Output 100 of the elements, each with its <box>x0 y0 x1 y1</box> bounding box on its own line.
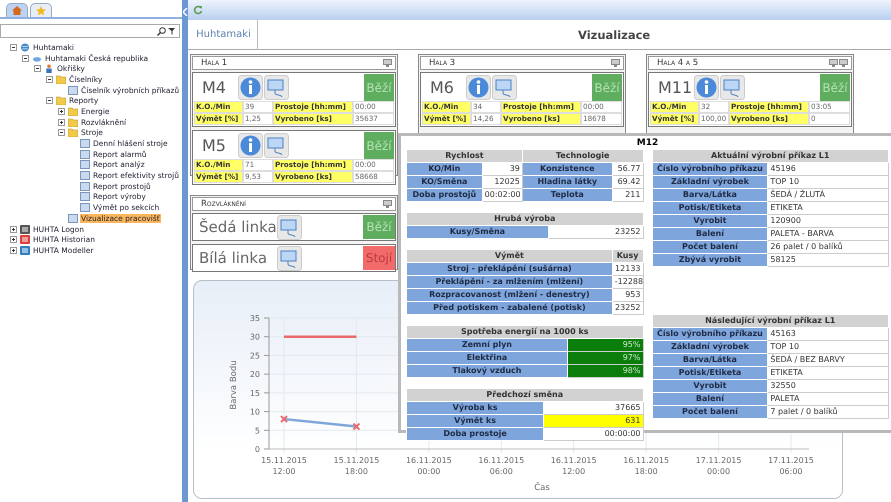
table-cell: Vyrobit <box>652 214 768 228</box>
monitor-icon[interactable] <box>264 133 289 158</box>
panel-title: Hala 4 a 5 <box>657 58 698 68</box>
table-cell: Počet balení <box>652 240 768 254</box>
table-cell: ETIKETA <box>768 202 888 214</box>
status-badge: Běží <box>820 74 850 101</box>
table-cell: Doba prostoje <box>406 428 544 440</box>
table-cell: ŠEDÁ / BEZ BARVY <box>768 354 888 366</box>
table-cell: 23252 <box>548 226 643 238</box>
tree-toggle[interactable] <box>58 108 65 115</box>
info-icon[interactable] <box>238 133 263 158</box>
tree-toggle[interactable] <box>46 97 53 104</box>
table-cell: 97% <box>567 352 643 364</box>
axis-label: 15.11.2015 18:00 <box>334 456 380 476</box>
table-cell: Potisk/Etiketa <box>652 366 768 380</box>
panel-title: Hala 3 <box>429 58 456 68</box>
tree-toggle[interactable] <box>10 44 17 51</box>
table-cell: TOP 10 <box>768 176 888 188</box>
table-cell: 45163 <box>768 328 888 340</box>
table-cell: 98% <box>567 364 643 378</box>
table-cell: 26 palet / 0 balíků <box>768 240 888 254</box>
tree-toggle[interactable] <box>58 129 65 136</box>
tree-toggle[interactable] <box>10 246 17 254</box>
page-icon <box>68 86 78 95</box>
refresh-icon[interactable] <box>193 5 203 15</box>
table-header: Následující výrobní příkaz L1 <box>652 314 888 328</box>
table-cell: TOP 10 <box>768 340 888 354</box>
table-cell: Základní výrobek <box>652 340 768 354</box>
table-cell: Počet balení <box>652 406 768 418</box>
table-cell: Rozpracovanost (mlžení - denestry) <box>406 288 612 302</box>
axis-label: 25 <box>250 351 260 360</box>
machine-name: M6 <box>429 78 455 97</box>
person-icon <box>44 64 54 74</box>
table-cell: 7 palet / 0 balíků <box>768 406 888 418</box>
info-icon[interactable] <box>466 75 491 100</box>
table-header: Výmět <box>406 250 612 262</box>
monitor-icon[interactable] <box>492 75 517 100</box>
table-cell: Číslo výrobního příkazu <box>652 162 768 176</box>
tree-toggle[interactable] <box>34 65 41 72</box>
monitor-icon[interactable] <box>720 75 745 100</box>
table-cell: ŠEDÁ / ŽLUTÁ <box>768 188 888 202</box>
tree-toggle[interactable] <box>58 118 65 126</box>
table-cell: Před potiskem - zabalené (potisk) <box>406 302 612 314</box>
tree-toggle[interactable] <box>22 54 29 62</box>
table-header: Hrubá výroba <box>406 212 643 226</box>
machine-name: M11 <box>657 78 694 97</box>
axis-label: 15 <box>250 388 260 398</box>
filter-icon[interactable] <box>168 26 177 36</box>
tree-toggle[interactable] <box>46 76 53 83</box>
table-header: Rychlost <box>406 150 522 162</box>
tree-toggle[interactable] <box>10 226 17 233</box>
table-cell: ETIKETA <box>768 366 888 380</box>
status-badge: Běží <box>363 215 395 239</box>
monitor-icon[interactable] <box>383 59 392 67</box>
table-cell: Výroba ks <box>406 402 544 414</box>
monitor-icon[interactable] <box>611 59 620 67</box>
search-field[interactable] <box>0 24 180 38</box>
info-icon[interactable] <box>238 75 263 100</box>
table-cell: Elektřina <box>406 352 568 364</box>
tree-toggle[interactable] <box>10 236 17 244</box>
table-cell: 32550 <box>768 380 888 392</box>
table-cell: Zemní plyn <box>406 338 568 352</box>
axis-title: Čas <box>534 483 550 493</box>
axis-label: 16.11.2015 06:00 <box>478 456 524 476</box>
table-cell: 58125 <box>768 254 888 266</box>
axis-label: 0 <box>254 445 260 454</box>
folder-icon <box>56 74 66 84</box>
axis-label: 20 <box>250 370 260 380</box>
sidebar-tab[interactable] <box>30 3 52 17</box>
info-icon[interactable] <box>694 75 719 100</box>
table-cell: Základní výrobek <box>652 176 768 188</box>
monitor-icon[interactable] <box>277 246 302 270</box>
table-cell: Barva/Látka <box>652 188 768 202</box>
axis-label: 16.11.2015 00:00 <box>406 456 452 476</box>
monitor-icon[interactable] <box>264 75 289 100</box>
monitor-icon[interactable] <box>839 59 848 67</box>
table-cell: Tlakový vzduch <box>406 364 568 378</box>
monitor-icon[interactable] <box>277 214 302 240</box>
monitor-icon[interactable] <box>383 200 392 208</box>
status-badge: Běží <box>364 132 394 159</box>
popup-title: M12 <box>636 137 660 149</box>
table-cell: Zbývá vyrobit <box>652 254 768 266</box>
table-cell: 631 <box>544 414 643 428</box>
table-header: Technologie <box>522 150 643 162</box>
logo: Huhtamaki <box>190 20 258 50</box>
collapse-icon[interactable] <box>182 8 188 16</box>
table-cell: 12025 <box>482 176 522 188</box>
panel-title: Hala 1 <box>201 58 228 68</box>
search-icon[interactable] <box>157 26 166 36</box>
axis-label: 30 <box>250 332 260 342</box>
axis-label: 16.11.2015 12:00 <box>550 456 597 476</box>
panel-title: Rozvláknění <box>201 199 246 209</box>
sidebar-tab[interactable] <box>6 3 28 17</box>
data-point-marker <box>352 422 360 431</box>
table-cell: Výmět ks <box>406 414 544 428</box>
home-icon <box>12 6 22 15</box>
line-name: Šedá linka <box>198 218 277 236</box>
table-cell: 00:02:00 <box>482 188 522 202</box>
table-cell: Barva/Látka <box>652 354 768 366</box>
monitor-icon[interactable] <box>829 59 838 67</box>
